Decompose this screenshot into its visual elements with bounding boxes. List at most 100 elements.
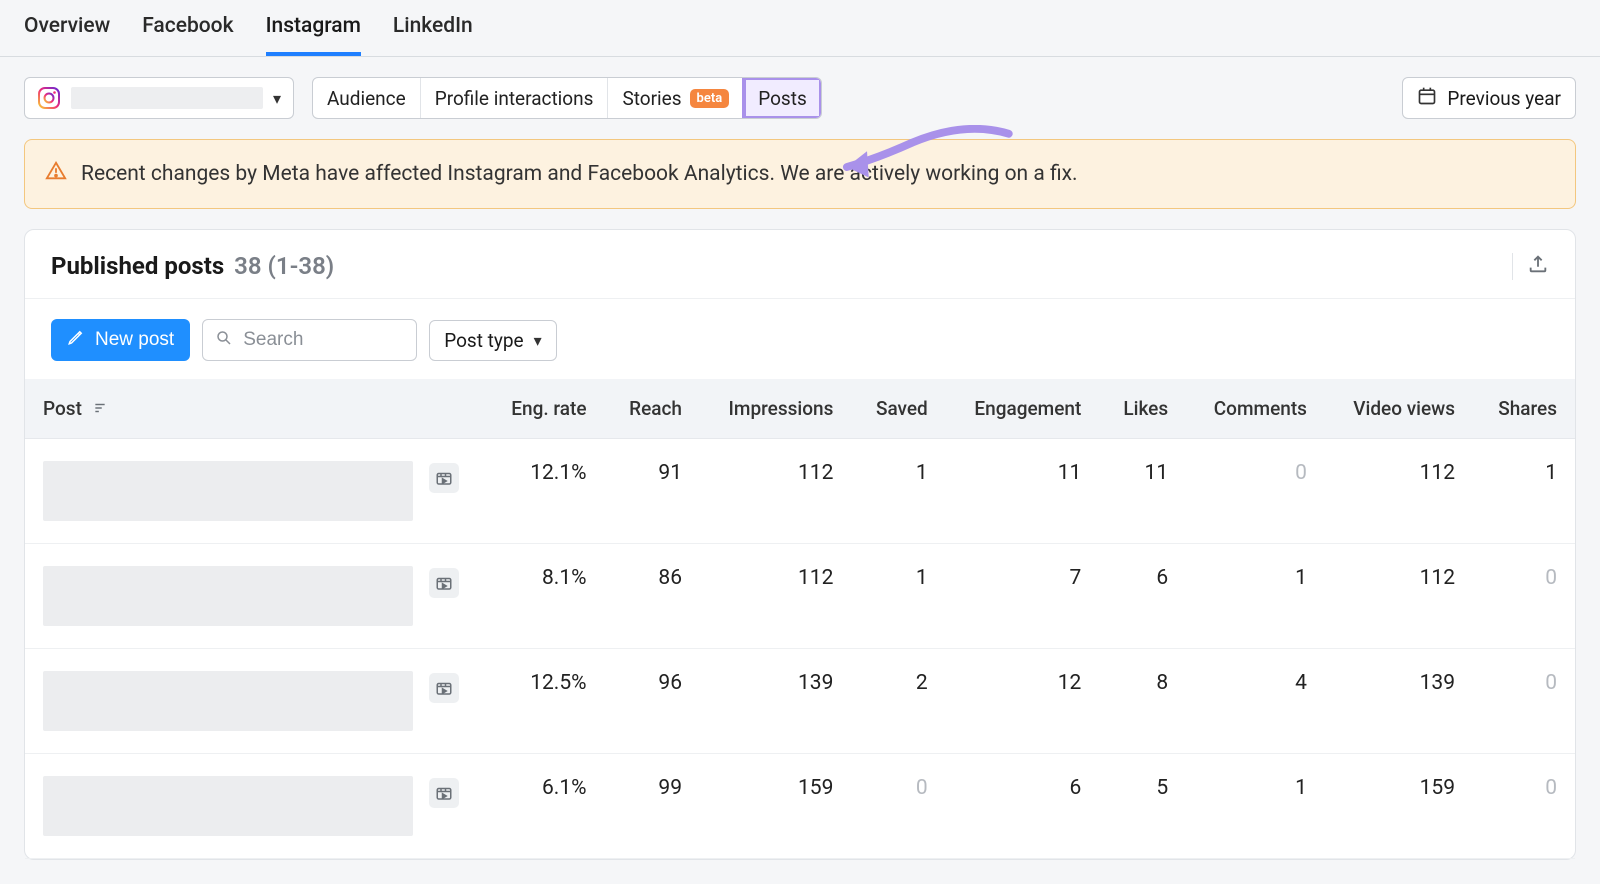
cell-post bbox=[25, 754, 485, 859]
cell-post bbox=[25, 649, 485, 754]
cell-shares: 1 bbox=[1473, 439, 1575, 544]
cell-comments: 1 bbox=[1186, 754, 1325, 859]
video-post-icon bbox=[429, 673, 459, 703]
account-name-placeholder bbox=[71, 87, 263, 109]
section-title: Published posts bbox=[51, 252, 224, 280]
col-eng-rate[interactable]: Eng. rate bbox=[485, 379, 605, 439]
cell-impressions: 139 bbox=[700, 649, 851, 754]
post-thumbnail-placeholder bbox=[43, 671, 413, 731]
tab-facebook[interactable]: Facebook bbox=[142, 14, 233, 56]
col-impressions[interactable]: Impressions bbox=[700, 379, 851, 439]
section-count: 38 (1-38) bbox=[234, 252, 334, 280]
date-range-selector[interactable]: Previous year bbox=[1402, 77, 1576, 119]
video-post-icon bbox=[429, 463, 459, 493]
cell-likes: 8 bbox=[1099, 649, 1186, 754]
toolbar: ▾ Audience Profile interactions Stories … bbox=[0, 57, 1600, 139]
cell-post bbox=[25, 544, 485, 649]
col-post[interactable]: Post bbox=[25, 379, 485, 439]
alert-text: Recent changes by Meta have affected Ins… bbox=[81, 162, 1078, 186]
export-button[interactable] bbox=[1512, 253, 1549, 280]
cell-reach: 91 bbox=[605, 439, 700, 544]
cell-engagement: 12 bbox=[946, 649, 1100, 754]
search-box[interactable] bbox=[202, 319, 417, 361]
cell-reach: 96 bbox=[605, 649, 700, 754]
table-row[interactable]: 12.5%96139212841390 bbox=[25, 649, 1575, 754]
table-row[interactable]: 8.1%8611217611120 bbox=[25, 544, 1575, 649]
video-post-icon bbox=[429, 568, 459, 598]
cell-reach: 86 bbox=[605, 544, 700, 649]
col-reach[interactable]: Reach bbox=[605, 379, 700, 439]
post-thumbnail-placeholder bbox=[43, 776, 413, 836]
chevron-down-icon: ▾ bbox=[534, 331, 542, 350]
video-post-icon bbox=[429, 778, 459, 808]
post-type-select[interactable]: Post type ▾ bbox=[429, 320, 556, 361]
col-saved[interactable]: Saved bbox=[851, 379, 945, 439]
posts-card: Published posts 38 (1-38) New post Post … bbox=[24, 229, 1576, 860]
post-thumbnail-placeholder bbox=[43, 566, 413, 626]
search-icon bbox=[215, 328, 233, 352]
subtab-posts[interactable]: Posts bbox=[744, 78, 821, 118]
cell-video-views: 112 bbox=[1325, 439, 1473, 544]
cell-impressions: 112 bbox=[700, 544, 851, 649]
cell-impressions: 112 bbox=[700, 439, 851, 544]
cell-likes: 6 bbox=[1099, 544, 1186, 649]
warning-icon bbox=[45, 160, 67, 188]
account-selector[interactable]: ▾ bbox=[24, 77, 294, 119]
instagram-icon bbox=[37, 86, 61, 110]
top-nav-tabs: Overview Facebook Instagram LinkedIn bbox=[0, 0, 1600, 57]
cell-saved: 2 bbox=[851, 649, 945, 754]
controls-row: New post Post type ▾ bbox=[25, 299, 1575, 379]
cell-saved: 1 bbox=[851, 439, 945, 544]
cell-impressions: 159 bbox=[700, 754, 851, 859]
new-post-label: New post bbox=[95, 329, 174, 351]
cell-engagement: 11 bbox=[946, 439, 1100, 544]
alert-banner: Recent changes by Meta have affected Ins… bbox=[24, 139, 1576, 209]
post-thumbnail-placeholder bbox=[43, 461, 413, 521]
cell-reach: 99 bbox=[605, 754, 700, 859]
tab-overview[interactable]: Overview bbox=[24, 14, 110, 56]
card-header: Published posts 38 (1-38) bbox=[25, 230, 1575, 299]
search-input[interactable] bbox=[243, 329, 404, 351]
cell-post bbox=[25, 439, 485, 544]
cell-comments: 0 bbox=[1186, 439, 1325, 544]
subtab-stories[interactable]: Stories beta bbox=[608, 78, 744, 118]
tab-instagram[interactable]: Instagram bbox=[266, 14, 361, 56]
beta-badge: beta bbox=[690, 89, 730, 108]
cell-video-views: 159 bbox=[1325, 754, 1473, 859]
col-video-views[interactable]: Video views bbox=[1325, 379, 1473, 439]
subtab-profile-interactions[interactable]: Profile interactions bbox=[421, 78, 609, 118]
col-engagement[interactable]: Engagement bbox=[946, 379, 1100, 439]
col-shares[interactable]: Shares bbox=[1473, 379, 1575, 439]
tab-linkedin[interactable]: LinkedIn bbox=[393, 14, 473, 56]
card-title: Published posts 38 (1-38) bbox=[51, 252, 334, 280]
sub-tab-group: Audience Profile interactions Stories be… bbox=[312, 77, 822, 119]
cell-comments: 1 bbox=[1186, 544, 1325, 649]
sort-icon bbox=[93, 401, 107, 419]
post-type-label: Post type bbox=[444, 329, 523, 352]
cell-saved: 0 bbox=[851, 754, 945, 859]
cell-likes: 5 bbox=[1099, 754, 1186, 859]
calendar-icon bbox=[1417, 86, 1437, 111]
cell-comments: 4 bbox=[1186, 649, 1325, 754]
cell-video-views: 139 bbox=[1325, 649, 1473, 754]
cell-eng-rate: 8.1% bbox=[485, 544, 605, 649]
cell-eng-rate: 6.1% bbox=[485, 754, 605, 859]
subtab-audience[interactable]: Audience bbox=[313, 78, 421, 118]
date-range-label: Previous year bbox=[1447, 87, 1561, 110]
chevron-down-icon: ▾ bbox=[273, 89, 281, 108]
cell-shares: 0 bbox=[1473, 754, 1575, 859]
cell-eng-rate: 12.5% bbox=[485, 649, 605, 754]
posts-table: Post Eng. rate Reach Impressions Saved E… bbox=[25, 379, 1575, 859]
cell-engagement: 6 bbox=[946, 754, 1100, 859]
col-comments[interactable]: Comments bbox=[1186, 379, 1325, 439]
cell-video-views: 112 bbox=[1325, 544, 1473, 649]
subtab-stories-label: Stories bbox=[622, 87, 681, 110]
cell-eng-rate: 12.1% bbox=[485, 439, 605, 544]
new-post-button[interactable]: New post bbox=[51, 319, 190, 361]
cell-shares: 0 bbox=[1473, 649, 1575, 754]
table-row[interactable]: 6.1%9915906511590 bbox=[25, 754, 1575, 859]
table-row[interactable]: 12.1%911121111101121 bbox=[25, 439, 1575, 544]
cell-likes: 11 bbox=[1099, 439, 1186, 544]
cell-shares: 0 bbox=[1473, 544, 1575, 649]
col-likes[interactable]: Likes bbox=[1099, 379, 1186, 439]
